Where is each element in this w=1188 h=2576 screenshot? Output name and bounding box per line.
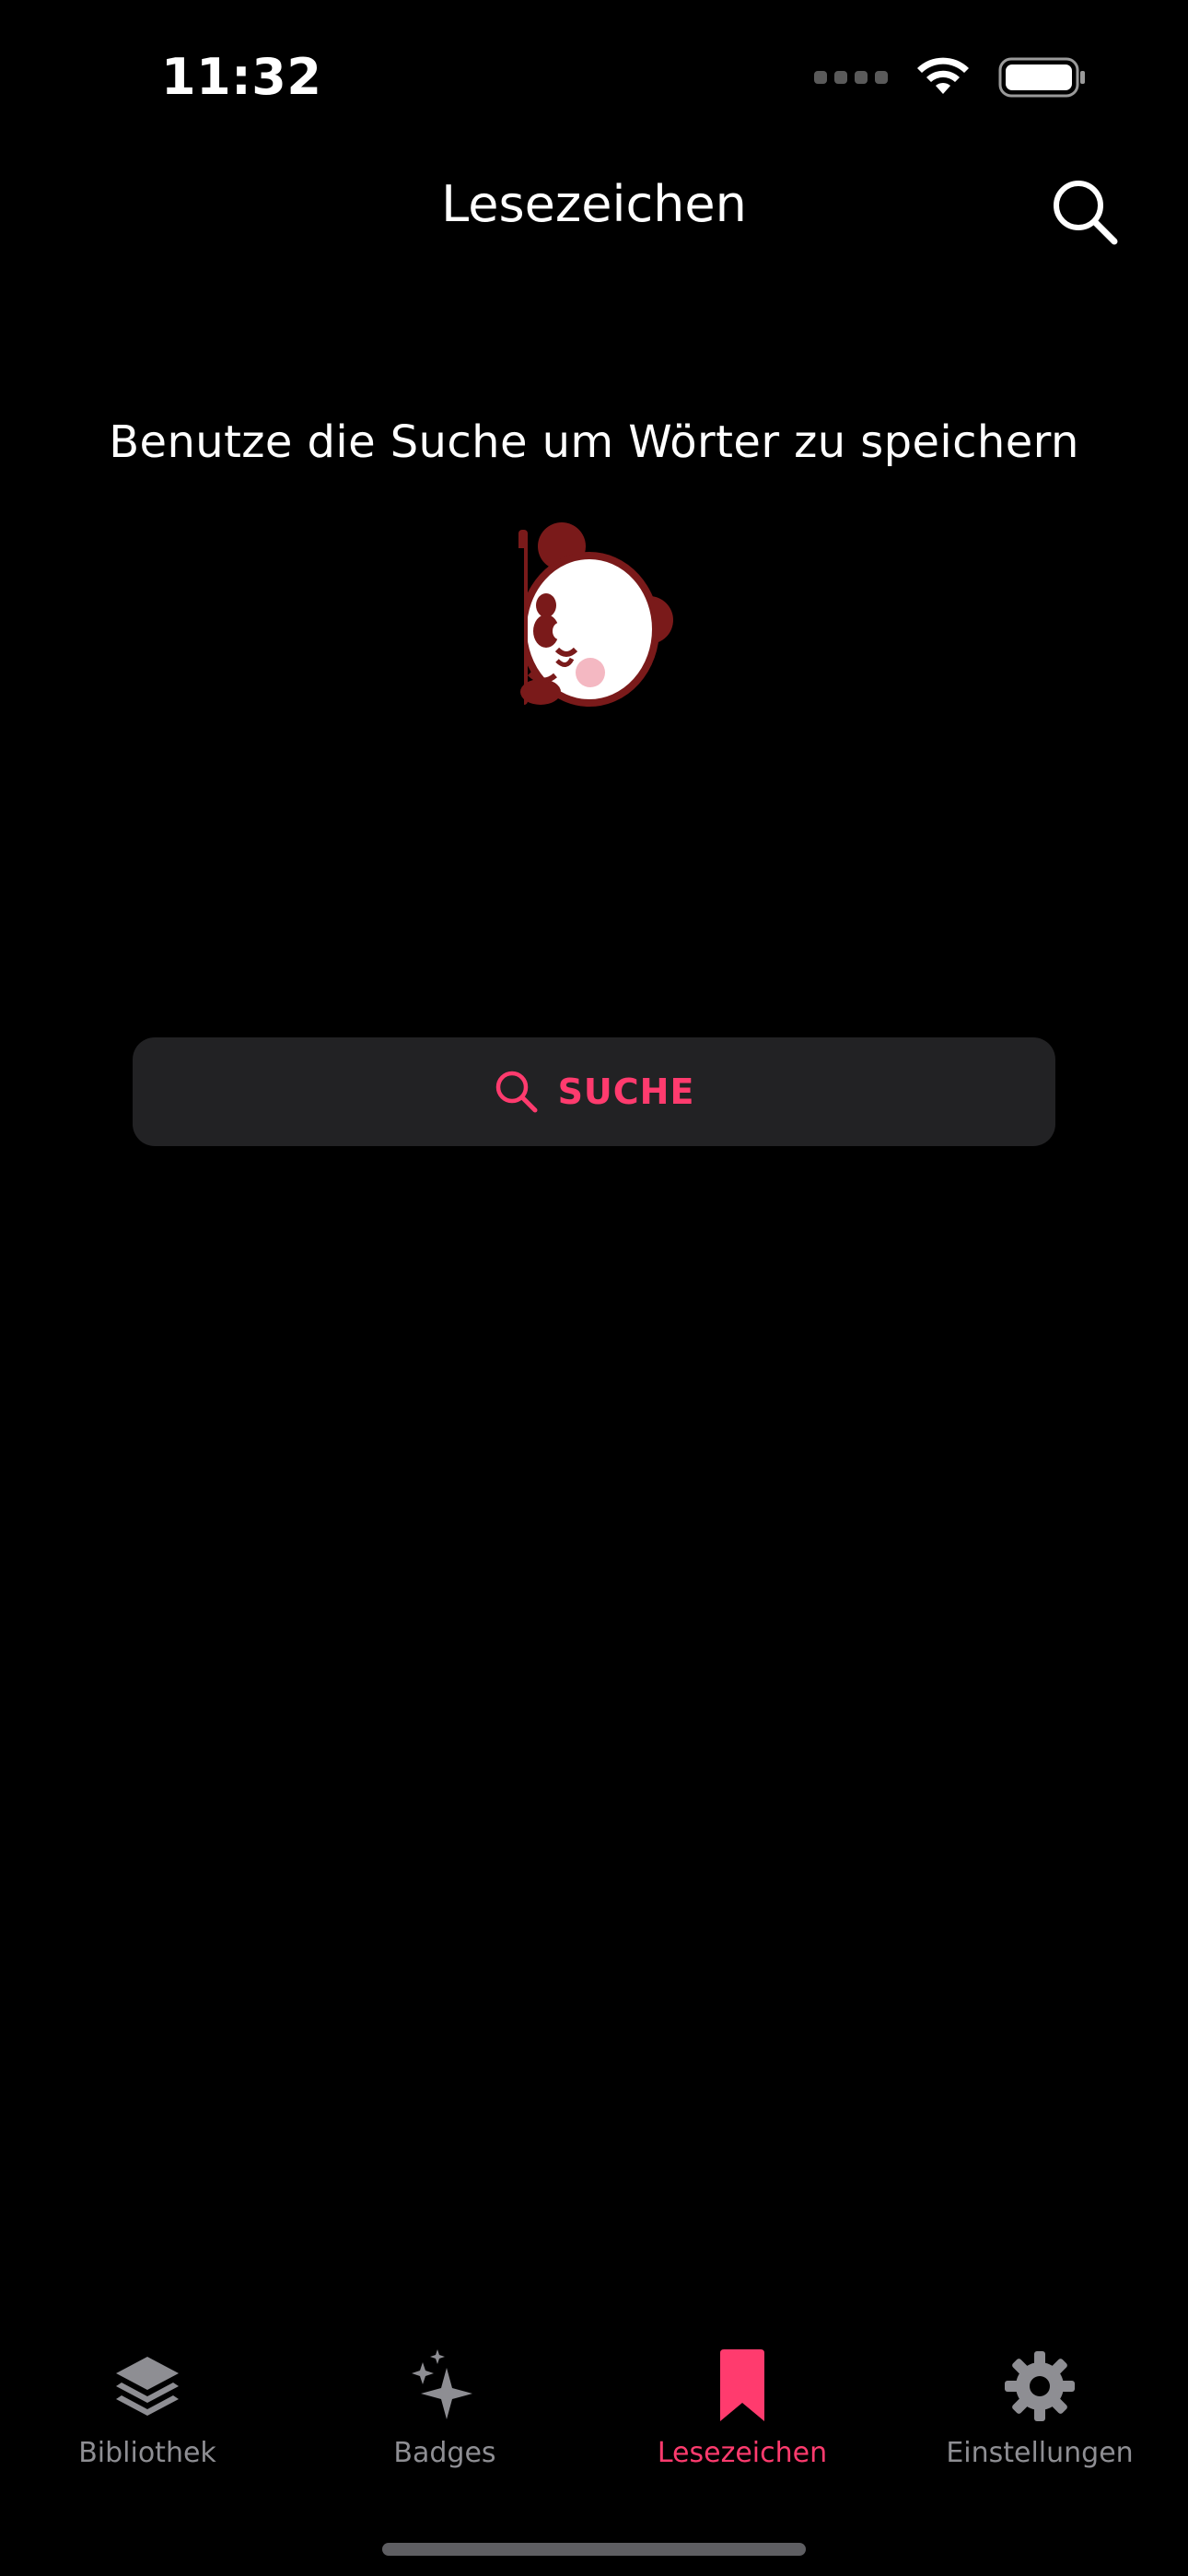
gear-icon [1005, 2351, 1075, 2421]
status-bar-icons [814, 57, 1087, 98]
search-icon [1054, 181, 1118, 245]
page-title: Lesezeichen [441, 175, 747, 233]
search-button[interactable]: SUCHE [133, 1037, 1055, 1146]
status-bar-time: 11:32 [161, 48, 322, 106]
bookmark-icon [720, 2349, 764, 2421]
battery-icon [998, 57, 1085, 98]
sparkles-icon [412, 2349, 472, 2419]
tab-einstellungen[interactable]: Einstellungen [902, 2345, 1178, 2469]
search-icon [495, 1071, 538, 1113]
header-search-button[interactable] [1048, 175, 1122, 249]
empty-state-message: Benutze die Suche um Wörter zu speichern [109, 416, 1079, 468]
search-button-label: SUCHE [557, 1071, 695, 1112]
tab-bibliothek[interactable]: Bibliothek [9, 2345, 285, 2469]
tab-label: Einstellungen [946, 2437, 1134, 2469]
tab-badges[interactable]: Badges [307, 2345, 583, 2469]
panda-mascot-illustration [511, 521, 677, 709]
layers-icon [116, 2357, 179, 2416]
tab-lesezeichen[interactable]: Lesezeichen [604, 2345, 880, 2469]
tab-bar: Bibliothek Badges Lesezeichen Einstellun… [0, 2345, 1188, 2511]
tab-label: Badges [393, 2437, 496, 2469]
tab-label: Lesezeichen [657, 2437, 828, 2469]
cellular-signal-icon [814, 71, 888, 84]
home-indicator[interactable] [382, 2543, 806, 2556]
wifi-icon [917, 57, 969, 94]
tab-label: Bibliothek [78, 2437, 216, 2469]
